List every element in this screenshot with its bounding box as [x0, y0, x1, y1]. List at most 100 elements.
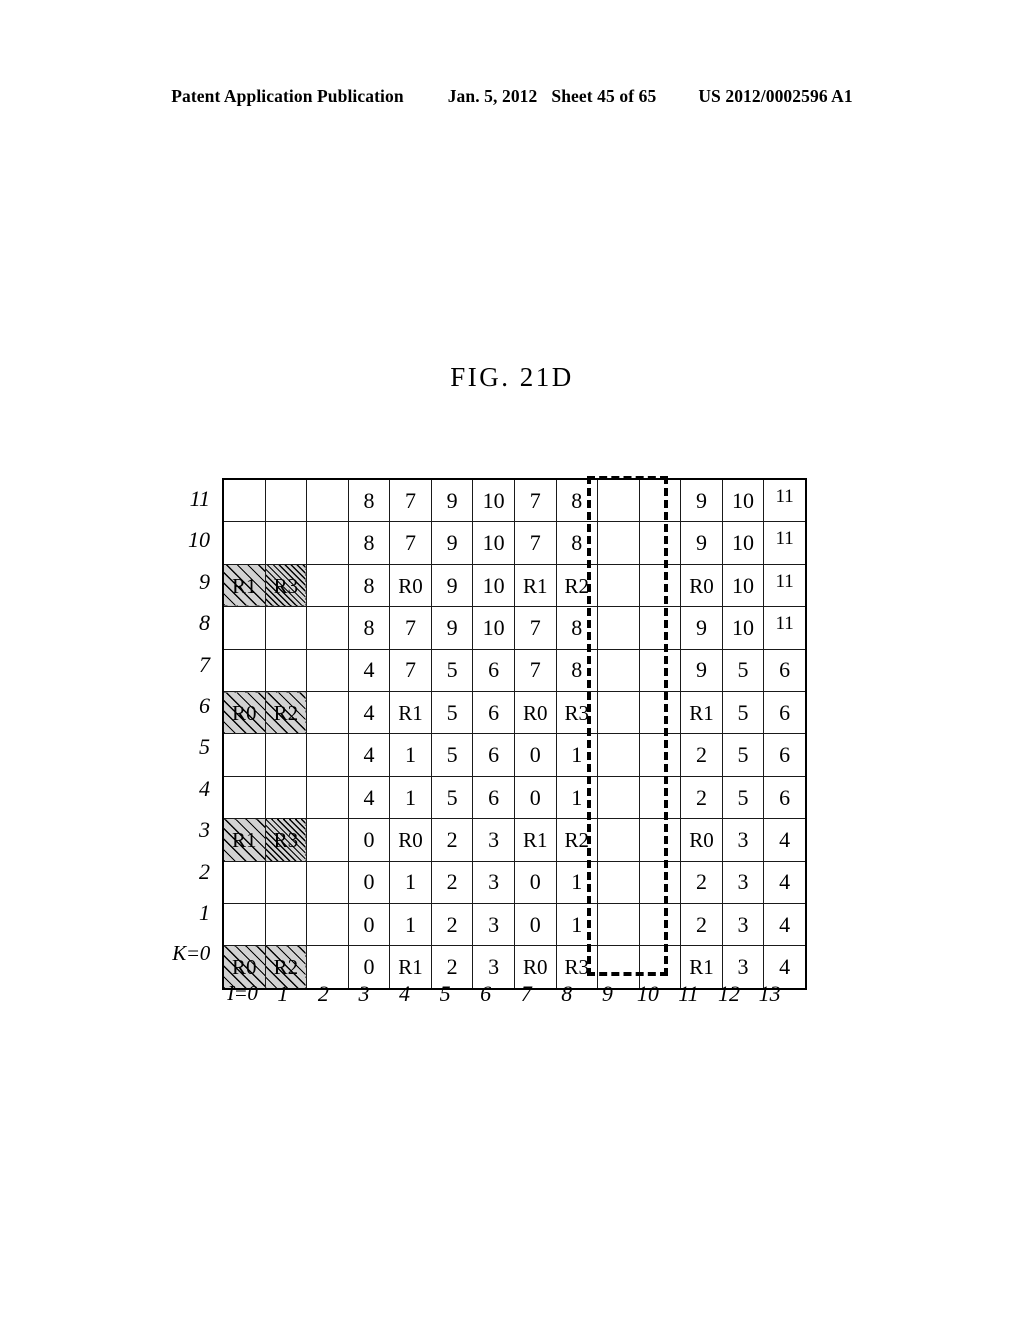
grid-cell-k11-i5[interactable]: 9 — [430, 478, 474, 523]
grid-cell-k11-i7[interactable]: 7 — [513, 478, 557, 523]
grid-cell-k11-i11[interactable]: 9 — [680, 478, 723, 523]
grid-cell-k1-i7[interactable]: 0 — [513, 903, 557, 947]
grid-cell-k8-i8[interactable]: 8 — [555, 606, 599, 650]
grid-cell-k5-i0[interactable] — [222, 733, 266, 777]
grid-cell-k3-i13[interactable]: 4 — [763, 818, 807, 862]
grid-cell-k3-i1[interactable]: R3 — [264, 818, 308, 862]
grid-cell-k7-i1[interactable] — [264, 648, 308, 693]
grid-cell-k6-i9[interactable] — [597, 691, 640, 735]
grid-cell-k6-i4[interactable]: R1 — [389, 691, 432, 735]
grid-cell-k6-i6[interactable]: 6 — [472, 691, 515, 735]
grid-cell-k9-i6[interactable]: 10 — [472, 563, 515, 608]
grid-cell-k10-i3[interactable]: 8 — [347, 521, 391, 565]
grid-cell-k11-i9[interactable] — [597, 478, 640, 523]
grid-cell-k8-i13[interactable]: 11 — [763, 606, 807, 650]
grid-cell-k10-i8[interactable]: 8 — [555, 521, 599, 565]
grid-cell-k3-i9[interactable] — [597, 818, 640, 862]
grid-cell-k6-i12[interactable]: 5 — [721, 691, 765, 735]
grid-cell-k4-i7[interactable]: 0 — [513, 775, 557, 820]
grid-cell-k1-i2[interactable] — [306, 903, 349, 947]
grid-cell-k8-i7[interactable]: 7 — [513, 606, 557, 650]
grid-cell-k6-i1[interactable]: R2 — [264, 691, 308, 735]
grid-cell-k1-i9[interactable] — [597, 903, 640, 947]
grid-cell-k1-i3[interactable]: 0 — [347, 903, 391, 947]
grid-cell-k7-i8[interactable]: 8 — [555, 648, 599, 693]
grid-cell-k5-i8[interactable]: 1 — [555, 733, 599, 777]
grid-cell-k9-i12[interactable]: 10 — [721, 563, 765, 608]
grid-cell-k3-i11[interactable]: R0 — [680, 818, 723, 862]
grid-cell-k6-i7[interactable]: R0 — [513, 691, 557, 735]
grid-cell-k11-i6[interactable]: 10 — [472, 478, 515, 523]
grid-cell-k5-i12[interactable]: 5 — [721, 733, 765, 777]
grid-cell-k10-i2[interactable] — [306, 521, 349, 565]
grid-cell-k10-i11[interactable]: 9 — [680, 521, 723, 565]
grid-cell-k9-i11[interactable]: R0 — [680, 563, 723, 608]
grid-cell-k4-i11[interactable]: 2 — [680, 775, 723, 820]
grid-cell-k9-i7[interactable]: R1 — [513, 563, 557, 608]
grid-cell-k3-i6[interactable]: 3 — [472, 818, 515, 862]
grid-cell-k2-i3[interactable]: 0 — [347, 860, 391, 905]
grid-cell-k1-i8[interactable]: 1 — [555, 903, 599, 947]
grid-cell-k2-i4[interactable]: 1 — [389, 860, 432, 905]
grid-cell-k2-i7[interactable]: 0 — [513, 860, 557, 905]
grid-cell-k2-i12[interactable]: 3 — [721, 860, 765, 905]
grid-cell-k5-i3[interactable]: 4 — [347, 733, 391, 777]
grid-cell-k2-i13[interactable]: 4 — [763, 860, 807, 905]
grid-cell-k6-i5[interactable]: 5 — [430, 691, 474, 735]
grid-cell-k5-i7[interactable]: 0 — [513, 733, 557, 777]
grid-cell-k7-i9[interactable] — [597, 648, 640, 693]
grid-cell-k1-i12[interactable]: 3 — [721, 903, 765, 947]
grid-cell-k9-i5[interactable]: 9 — [430, 563, 474, 608]
grid-cell-k8-i2[interactable] — [306, 606, 349, 650]
grid-cell-k10-i0[interactable] — [222, 521, 266, 565]
grid-cell-k3-i4[interactable]: R0 — [389, 818, 432, 862]
grid-cell-k7-i7[interactable]: 7 — [513, 648, 557, 693]
grid-cell-k7-i12[interactable]: 5 — [721, 648, 765, 693]
grid-cell-k11-i12[interactable]: 10 — [721, 478, 765, 523]
grid-cell-k3-i12[interactable]: 3 — [721, 818, 765, 862]
grid-cell-k1-i5[interactable]: 2 — [430, 903, 474, 947]
grid-cell-k10-i13[interactable]: 11 — [763, 521, 807, 565]
grid-cell-k6-i11[interactable]: R1 — [680, 691, 723, 735]
grid-cell-k5-i6[interactable]: 6 — [472, 733, 515, 777]
grid-cell-k5-i4[interactable]: 1 — [389, 733, 432, 777]
grid-cell-k1-i10[interactable] — [638, 903, 682, 947]
grid-cell-k7-i0[interactable] — [222, 648, 266, 693]
grid-cell-k8-i0[interactable] — [222, 606, 266, 650]
grid-cell-k4-i4[interactable]: 1 — [389, 775, 432, 820]
grid-cell-k8-i9[interactable] — [597, 606, 640, 650]
grid-cell-k9-i3[interactable]: 8 — [347, 563, 391, 608]
grid-cell-k4-i3[interactable]: 4 — [347, 775, 391, 820]
grid-cell-k11-i2[interactable] — [306, 478, 349, 523]
grid-cell-k5-i1[interactable] — [264, 733, 308, 777]
grid-cell-k5-i13[interactable]: 6 — [763, 733, 807, 777]
grid-cell-k11-i10[interactable] — [638, 478, 682, 523]
grid-cell-k6-i2[interactable] — [306, 691, 349, 735]
grid-cell-k7-i6[interactable]: 6 — [472, 648, 515, 693]
grid-cell-k2-i1[interactable] — [264, 860, 308, 905]
grid-cell-k2-i0[interactable] — [222, 860, 266, 905]
grid-cell-k6-i0[interactable]: R0 — [222, 691, 266, 735]
grid-cell-k9-i0[interactable]: R1 — [222, 563, 266, 608]
grid-cell-k7-i13[interactable]: 6 — [763, 648, 807, 693]
grid-cell-k2-i10[interactable] — [638, 860, 682, 905]
grid-cell-k7-i5[interactable]: 5 — [430, 648, 474, 693]
grid-cell-k8-i12[interactable]: 10 — [721, 606, 765, 650]
grid-cell-k11-i4[interactable]: 7 — [389, 478, 432, 523]
grid-cell-k10-i6[interactable]: 10 — [472, 521, 515, 565]
grid-cell-k4-i8[interactable]: 1 — [555, 775, 599, 820]
grid-cell-k1-i0[interactable] — [222, 903, 266, 947]
grid-cell-k1-i11[interactable]: 2 — [680, 903, 723, 947]
grid-cell-k8-i3[interactable]: 8 — [347, 606, 391, 650]
grid-cell-k2-i6[interactable]: 3 — [472, 860, 515, 905]
grid-cell-k8-i6[interactable]: 10 — [472, 606, 515, 650]
grid-cell-k9-i9[interactable] — [597, 563, 640, 608]
grid-cell-k5-i9[interactable] — [597, 733, 640, 777]
grid-cell-k9-i13[interactable]: 11 — [763, 563, 807, 608]
grid-cell-k11-i0[interactable] — [222, 478, 266, 523]
grid-cell-k8-i4[interactable]: 7 — [389, 606, 432, 650]
grid-cell-k4-i13[interactable]: 6 — [763, 775, 807, 820]
grid-cell-k10-i7[interactable]: 7 — [513, 521, 557, 565]
grid-cell-k6-i13[interactable]: 6 — [763, 691, 807, 735]
grid-cell-k2-i9[interactable] — [597, 860, 640, 905]
